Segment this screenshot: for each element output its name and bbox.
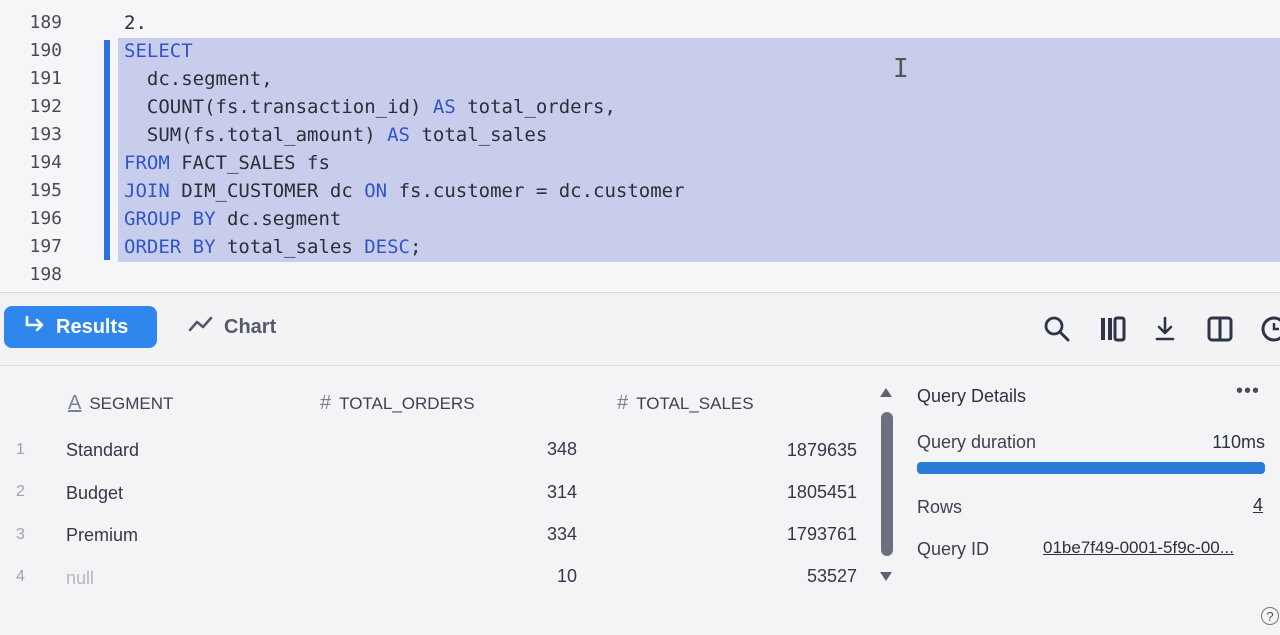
line-number: 196: [29, 208, 62, 229]
number-type-icon: #: [617, 392, 629, 414]
line-number: 198: [29, 264, 62, 285]
columns-icon[interactable]: [1099, 315, 1127, 343]
line-number: 195: [29, 180, 62, 201]
tab-results[interactable]: Results: [4, 306, 157, 348]
history-icon[interactable]: [1260, 315, 1280, 343]
column-header-segment[interactable]: A SEGMENT: [68, 392, 173, 415]
row-index: 1: [16, 441, 25, 458]
code-text: COUNT(fs.transaction_id) AS total_orders…: [124, 96, 616, 118]
cell-total-orders[interactable]: 334: [480, 524, 577, 545]
cell-total-sales[interactable]: 1805451: [700, 482, 857, 503]
code-line-194[interactable]: 194 FROM FACT_SALES fs: [0, 149, 1280, 178]
rows-label: Rows: [917, 497, 963, 517]
line-number: 190: [29, 40, 62, 61]
column-header-total-orders[interactable]: # TOTAL_ORDERS: [320, 392, 475, 415]
download-icon[interactable]: [1153, 315, 1181, 343]
column-header-label: SEGMENT: [89, 393, 174, 413]
query-duration-bar: [917, 462, 1265, 474]
row-index: 4: [16, 568, 25, 585]
i-beam-icon: I: [893, 54, 909, 84]
line-number: 189: [29, 12, 62, 33]
code-text: JOIN DIM_CUSTOMER dc ON fs.customer = dc…: [124, 180, 685, 202]
row-index: 3: [16, 526, 25, 543]
number-type-icon: #: [320, 392, 332, 414]
query-duration-label: Query duration: [917, 432, 1037, 452]
code-text: dc.segment,: [124, 68, 273, 90]
query-duration-value: 110ms: [1212, 432, 1265, 452]
code-line-191[interactable]: 191 dc.segment,: [0, 65, 1280, 94]
code-line-192[interactable]: 192 COUNT(fs.transaction_id) AS total_or…: [0, 93, 1280, 122]
results-toolbar: Results Chart: [0, 293, 1280, 365]
return-arrow-icon: [24, 315, 46, 339]
scroll-down-arrow-icon[interactable]: [880, 572, 892, 581]
query-details-panel: Query Details ••• Query duration 110ms R…: [900, 366, 1280, 635]
code-line-197[interactable]: 197 ORDER BY total_sales DESC;: [0, 233, 1280, 262]
more-options-icon[interactable]: •••: [1236, 380, 1260, 403]
query-id-link[interactable]: 01be7f49-0001-5f9c-00...: [1043, 538, 1234, 558]
search-icon[interactable]: [1043, 315, 1071, 343]
line-number: 191: [29, 68, 62, 89]
code-line-198[interactable]: 198: [0, 261, 1280, 289]
cell-segment[interactable]: Standard: [66, 440, 139, 461]
tab-chart-label: Chart: [224, 315, 277, 338]
tab-chart[interactable]: Chart: [188, 306, 276, 348]
row-index: 2: [16, 483, 25, 500]
cell-total-sales[interactable]: 1793761: [700, 524, 857, 545]
vertical-scrollbar-thumb[interactable]: [881, 412, 893, 556]
cell-total-sales[interactable]: 53527: [700, 566, 857, 587]
column-header-label: TOTAL_ORDERS: [339, 393, 475, 413]
code-line-196[interactable]: 196 GROUP BY dc.segment: [0, 205, 1280, 234]
text-type-icon: A: [68, 392, 82, 414]
cell-total-orders[interactable]: 10: [480, 566, 577, 587]
line-number: 192: [29, 96, 62, 117]
cell-segment[interactable]: null: [66, 568, 94, 589]
line-number: 197: [29, 236, 62, 257]
code-text: ORDER BY total_sales DESC;: [124, 236, 422, 258]
code-line-189[interactable]: 189 2.: [0, 9, 1280, 37]
code-text: GROUP BY dc.segment: [124, 208, 342, 230]
code-text: SELECT: [124, 40, 193, 62]
cell-segment[interactable]: Premium: [66, 525, 138, 546]
rows-value[interactable]: 4: [1253, 495, 1263, 516]
code-text: FROM FACT_SALES fs: [124, 152, 330, 174]
results-grid[interactable]: A SEGMENT # TOTAL_ORDERS # TOTAL_SALES 1…: [0, 366, 900, 635]
line-chart-icon: [188, 315, 214, 339]
cell-total-sales[interactable]: 1879635: [700, 440, 857, 461]
scroll-up-arrow-icon[interactable]: [880, 388, 892, 397]
cell-segment[interactable]: Budget: [66, 483, 123, 504]
query-id-label: Query ID: [917, 539, 990, 559]
help-icon[interactable]: ?: [1261, 607, 1279, 625]
line-number: 193: [29, 124, 62, 145]
tab-results-label: Results: [56, 315, 129, 338]
code-line-190[interactable]: 190 SELECT: [0, 37, 1280, 66]
cell-total-orders[interactable]: 348: [480, 439, 577, 460]
cell-total-orders[interactable]: 314: [480, 482, 577, 503]
sql-editor[interactable]: 189 2. 190 SELECT 191 dc.segment, 192 CO…: [0, 0, 1280, 292]
code-text: 2.: [124, 12, 147, 34]
code-text: SUM(fs.total_amount) AS total_sales: [124, 124, 548, 146]
code-line-195[interactable]: 195 JOIN DIM_CUSTOMER dc ON fs.customer …: [0, 177, 1280, 206]
query-details-title: Query Details: [917, 386, 1027, 406]
code-line-193[interactable]: 193 SUM(fs.total_amount) AS total_sales: [0, 121, 1280, 150]
line-number: 194: [29, 152, 62, 173]
column-header-total-sales[interactable]: # TOTAL_SALES: [617, 392, 754, 415]
split-panel-icon[interactable]: [1207, 315, 1235, 343]
column-header-label: TOTAL_SALES: [636, 393, 754, 413]
